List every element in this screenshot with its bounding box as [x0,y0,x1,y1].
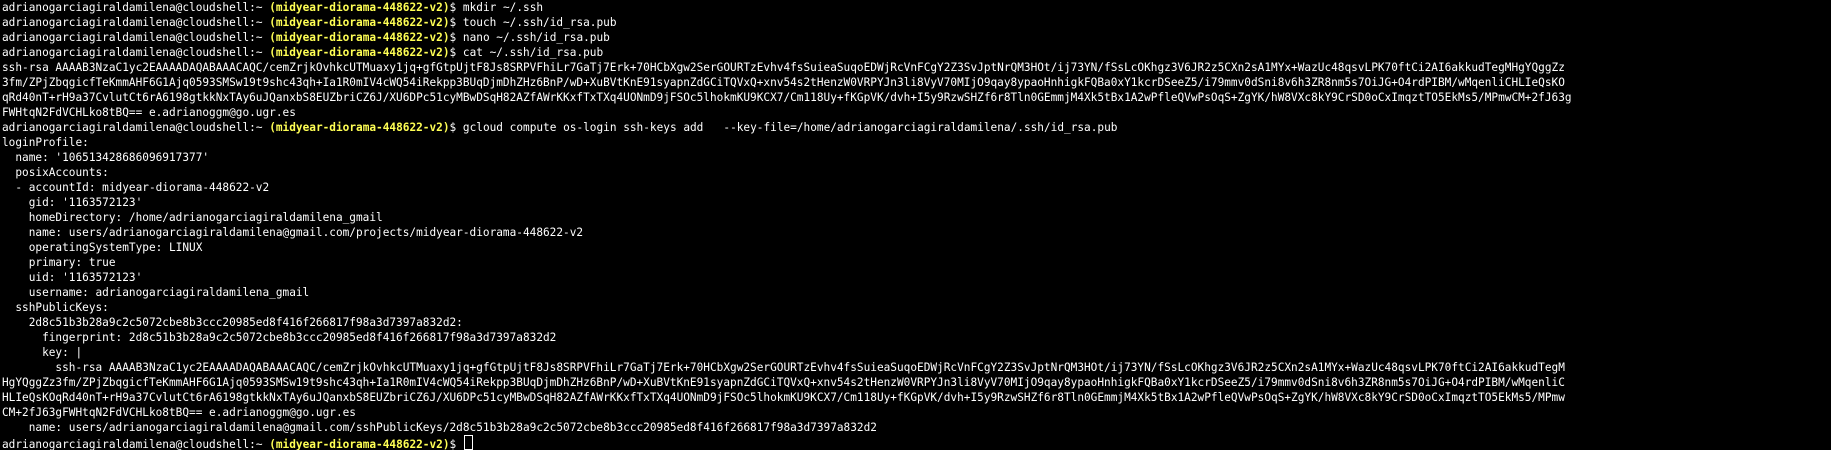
output-line: uid: '1163572123' [2,271,143,284]
prompt-line: adrianogarciagiraldamilena@cloudshell:~ … [2,1,544,14]
prompt-path: ~ [255,46,263,59]
output-line: HLIeQsKOqRd40nT+rH9a37CvlutCt6rA6198gtkk… [2,391,1565,404]
output-line: gid: '1163572123' [2,196,143,209]
prompt-user-host: adrianogarciagiraldamilena@cloudshell [2,46,250,59]
prompt-symbol: $ [449,1,457,14]
terminal-window[interactable]: adrianogarciagiraldamilena@cloudshell:~ … [0,0,1831,450]
prompt-symbol: $ [449,121,457,134]
command-text: mkdir ~/.ssh [462,1,544,14]
prompt-line: adrianogarciagiraldamilena@cloudshell:~ … [2,16,617,29]
cursor [463,435,473,450]
prompt-user-host: adrianogarciagiraldamilena@cloudshell [2,31,250,44]
prompt-user-host: adrianogarciagiraldamilena@cloudshell [2,121,250,134]
prompt-project: (midyear-diorama-448622-v2) [269,31,450,44]
prompt-project: (midyear-diorama-448622-v2) [269,121,450,134]
prompt-path: ~ [255,16,263,29]
prompt-symbol: $ [449,438,457,450]
prompt-user-host: adrianogarciagiraldamilena@cloudshell [2,16,250,29]
command-text: cat ~/.ssh/id_rsa.pub [462,46,604,59]
prompt-symbol: $ [449,31,457,44]
output-line: loginProfile: [2,136,89,149]
prompt-user-host: adrianogarciagiraldamilena@cloudshell [2,1,250,14]
output-line: username: adrianogarciagiraldamilena_gma… [2,286,310,299]
prompt-path: ~ [255,31,263,44]
prompt-line: adrianogarciagiraldamilena@cloudshell:~ … [2,46,604,59]
output-line: operatingSystemType: LINUX [2,241,203,254]
prompt-symbol: $ [449,46,457,59]
output-line: HgYQggZz3fm/ZPjZbqgicfTeKmmAHF6G1Ajq0593… [2,376,1565,389]
output-line: name: users/adrianogarciagiraldamilena@g… [2,421,877,434]
output-line: name: users/adrianogarciagiraldamilena@g… [2,226,584,239]
command-text: gcloud compute os-login ssh-keys add --k… [462,121,1118,134]
prompt-line: adrianogarciagiraldamilena@cloudshell:~ … [2,121,1118,134]
active-prompt-line[interactable]: adrianogarciagiraldamilena@cloudshell:~ … [2,435,1829,450]
output-line: qRd40nT+rH9a37CvlutCt6rA6198gtkkNxTAy6uJ… [2,91,1572,104]
prompt-path: ~ [255,1,263,14]
output-line: 3fm/ZPjZbqgicfTeKmmAHF6G1Ajq0593SMSw19t9… [2,76,1565,89]
output-line: FWHtqN2FdVCHLko8tBQ== e.adrianoggm@go.ug… [2,106,296,119]
output-line: posixAccounts: [2,166,109,179]
output-line: sshPublicKeys: [2,301,109,314]
output-line: key: | [2,346,83,359]
prompt-user-host: adrianogarciagiraldamilena@cloudshell [2,438,250,450]
output-line: ssh-rsa AAAAB3NzaC1yc2EAAAADAQABAAACAQC/… [2,361,1565,374]
output-line: primary: true [2,256,116,269]
prompt-symbol: $ [449,16,457,29]
prompt-project: (midyear-diorama-448622-v2) [269,438,450,450]
output-line: ssh-rsa AAAAB3NzaC1yc2EAAAADAQABAAACAQC/… [2,61,1565,74]
output-line: 2d8c51b3b28a9c2c5072cbe8b3ccc20985ed8f41… [2,316,463,329]
prompt-project: (midyear-diorama-448622-v2) [269,46,450,59]
output-line: - accountId: midyear-diorama-448622-v2 [2,181,270,194]
output-line: CM+2fJ63gFWHtqN2FdVCHLko8tBQ== e.adriano… [2,406,356,419]
prompt-project: (midyear-diorama-448622-v2) [269,1,450,14]
command-text: nano ~/.ssh/id_rsa.pub [462,31,610,44]
prompt-path: ~ [255,438,263,450]
output-line: homeDirectory: /home/adrianogarciagirald… [2,211,383,224]
prompt-path: ~ [255,121,263,134]
output-line: fingerprint: 2d8c51b3b28a9c2c5072cbe8b3c… [2,331,557,344]
prompt-line: adrianogarciagiraldamilena@cloudshell:~ … [2,31,610,44]
command-text: touch ~/.ssh/id_rsa.pub [462,16,617,29]
output-line: name: '106513428686096917377' [2,151,210,164]
prompt-project: (midyear-diorama-448622-v2) [269,16,450,29]
